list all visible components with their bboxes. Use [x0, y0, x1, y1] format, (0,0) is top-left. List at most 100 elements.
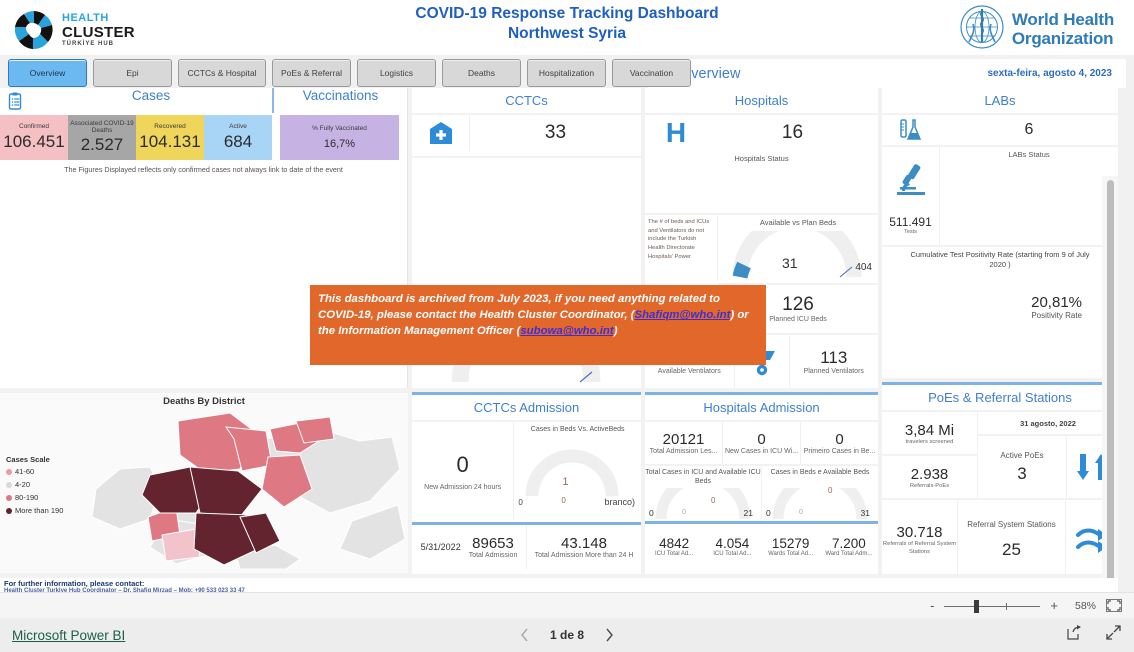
total-admission-less-label: Total Admission Les... — [649, 448, 718, 455]
total-admission-less-value: 20121 — [662, 431, 705, 448]
zoom-slider-track — [944, 605, 1041, 607]
cctcs-new-admission-kpi[interactable]: 0 New Admission 24 hours — [412, 422, 515, 520]
lab-flask-icon — [882, 115, 940, 145]
icu-beds-gauge-title: Total Cases in ICU and Available ICU Bed… — [645, 469, 761, 486]
active-poes-kpi[interactable]: Active PoEs 3 — [978, 436, 1066, 498]
cctcs-count-row: 33 — [412, 113, 641, 151]
tab-vaccination-label: Vaccination — [629, 68, 674, 78]
labs-positivity-block[interactable]: Cumulative Test Positivity Rate (startin… — [882, 245, 1118, 320]
page-indicator: 1 de 8 — [549, 628, 585, 642]
ward-total-adm-value: 7.200 — [831, 535, 866, 551]
tab-hospitalization[interactable]: Hospitalization — [527, 59, 606, 87]
available-ventilators-label: Available Ventilators — [657, 368, 721, 375]
kpi-confirmed[interactable]: Confirmed 106.451 — [0, 115, 68, 160]
wards-total-ad-kpi[interactable]: 15279 Wards Total Ad... — [762, 524, 820, 568]
new-cases-icu-label: New Cases in ICU Wi... — [724, 448, 799, 455]
hospitals-admission-gauges: Total Cases in ICU and Available ICU Bed… — [645, 464, 878, 521]
zoom-slider-thumb[interactable] — [974, 599, 980, 613]
icu-total-ad-2-label: ICU Total Ad... — [713, 550, 752, 557]
beds-available-gauge-max: 31 — [860, 508, 870, 518]
legend-swatch-icon — [6, 468, 12, 475]
cctcs-new-admission-value: 0 — [456, 451, 469, 477]
planned-icu-beds-value: 126 — [782, 293, 814, 315]
share-icon[interactable] — [1066, 624, 1083, 646]
imo-email-link[interactable]: subowa@who.int — [520, 325, 613, 337]
hospitals-beds-gauge[interactable]: Available vs Plan Beds 31 404 — [718, 215, 878, 281]
overview-bar: Overview sexta-feira, agosto 4, 2023 — [648, 59, 1126, 88]
cctcs-beds-gauge[interactable]: Cases in Beds Vs. ActiveBeds 1 0 0 branc… — [514, 422, 641, 520]
labs-status-chart[interactable]: LABs Status — [940, 147, 1118, 245]
tab-deaths[interactable]: Deaths — [442, 59, 521, 87]
cctcs-beds-gauge-value: 1 — [562, 476, 569, 488]
referrals-poes-kpi[interactable]: 2.938 Referrals-PoEs — [882, 454, 978, 498]
new-cases-icu-kpi[interactable]: 0 New Cases in ICU Wi... — [723, 422, 801, 464]
total-admission-less-kpi[interactable]: 20121 Total Admission Les... — [645, 422, 723, 464]
microscope-icon — [889, 158, 933, 207]
labs-header: LABs — [882, 88, 1118, 113]
zoom-slider[interactable] — [944, 599, 1041, 613]
planned-icu-beds-label: Planned ICU Beds — [769, 315, 827, 323]
cctcs-total-admission-24h-kpi[interactable]: 43.148 Total Admission More than 24 H — [527, 525, 641, 569]
poes-mid: 31 agosto, 2022 Active PoEs 3 — [978, 412, 1118, 498]
kpi-fully-vaccinated[interactable]: % Fully Vaccinated 16,7% — [280, 115, 399, 160]
beds-available-gauge-mid: 0 — [799, 509, 803, 516]
chevron-right-icon[interactable] — [604, 628, 614, 642]
tab-cctcs-hospital[interactable]: CCTCs & Hospital — [178, 59, 266, 87]
icu-total-ad-2-value: 4.054 — [715, 535, 750, 551]
ward-total-adm-kpi[interactable]: 7.200 Ward Total Adm... — [820, 524, 878, 568]
cctcs-beds-gauge-arc — [525, 449, 619, 497]
tab-epi-label: Epi — [126, 68, 139, 78]
chevron-left-icon[interactable] — [520, 628, 530, 642]
who-logo: World Health Organization — [959, 4, 1114, 55]
labs-tests-kpi[interactable]: 511.491 Tests — [882, 147, 940, 245]
icu-beds-gauge-value: 0 — [711, 496, 716, 505]
health-cluster-logo: HEALTH CLUSTER TÜRKİYE HUB — [12, 8, 135, 52]
cctcs-beds-gauge-mid: 0 — [561, 496, 566, 505]
primeiro-cases-beds-value: 0 — [835, 431, 844, 448]
legend-label-2: 80-190 — [15, 493, 39, 502]
coordinator-email-link[interactable]: Shafiqm@who.int — [634, 309, 730, 321]
icu-beds-gauge[interactable]: Total Cases in ICU and Available ICU Bed… — [645, 466, 762, 521]
cases-note: The Figures Displayed reflects only conf… — [64, 165, 343, 174]
zoom-in-button[interactable]: + — [1050, 598, 1058, 613]
tab-hospitalization-label: Hospitalization — [538, 68, 595, 78]
icu-total-ad-2-kpi[interactable]: 4.054 ICU Total Ad... — [703, 524, 761, 568]
planned-ventilators-kpi[interactable]: 113 Planned Ventilators — [790, 335, 879, 388]
tab-overview[interactable]: Overview — [8, 59, 87, 87]
cctcs-admission-header: CCTCs Admission — [412, 395, 641, 420]
tab-poes-referral[interactable]: PoEs & Referral — [272, 59, 351, 87]
zoom-percent: 58% — [1074, 599, 1096, 612]
who-line-1: World Health — [1011, 10, 1114, 30]
beds-available-gauge[interactable]: Cases in Beds e Available Beds 0 0 0 31 — [762, 466, 878, 521]
zoom-out-button[interactable]: - — [930, 598, 934, 613]
tab-epi[interactable]: Epi — [93, 59, 172, 87]
kpi-active[interactable]: Active 684 — [204, 115, 272, 160]
referrals-stations-kpi[interactable]: 30.718 Referrals of Referral System Stat… — [882, 500, 958, 580]
icu-total-ad-1-kpi[interactable]: 4842 ICU Total Ad... — [645, 524, 703, 568]
kpi-associated-deaths[interactable]: Associated COVID-19 Deaths 2.527 — [68, 115, 136, 160]
tab-vaccination[interactable]: Vaccination — [612, 59, 691, 87]
referrals-stations-label: Referrals of Referral System Stations — [882, 540, 957, 555]
kpi-fully-vaccinated-label: % Fully Vaccinated — [312, 124, 367, 132]
cctcs-total-admission-kpi[interactable]: 5/31/2022 89653 Total Admission — [412, 525, 527, 569]
poes-lower: 30.718 Referrals of Referral System Stat… — [882, 498, 1118, 580]
cctcs-total-admission-24h-label: Total Admission More than 24 H — [534, 552, 634, 559]
deaths-by-district-map[interactable]: Deaths By District Cases Scale 41-60 4-2… — [0, 393, 408, 573]
kpi-gap — [272, 115, 280, 160]
icu-beds-gauge-min: 0 — [649, 508, 654, 518]
labs-tests-row: 511.491 Tests LABs Status — [882, 145, 1118, 245]
hospitals-admission-kpis: 20121 Total Admission Les... 0 New Cases… — [645, 420, 878, 464]
travelers-screened-kpi[interactable]: 3,84 Mi travelers screened — [882, 412, 978, 454]
fit-to-page-icon[interactable] — [1106, 599, 1122, 612]
kpi-recovered[interactable]: Recovered 104.131 — [136, 115, 204, 160]
fullscreen-icon[interactable] — [1105, 624, 1122, 646]
hospitals-header: Hospitals — [645, 88, 878, 113]
cctcs-admission-totals: 5/31/2022 89653 Total Admission 43.148 T… — [412, 525, 641, 569]
legend-label-1: 4-20 — [15, 480, 31, 489]
beds-available-gauge-title: Cases in Beds e Available Beds — [770, 469, 870, 476]
referral-system-stations-kpi[interactable]: Referral System Stations 25 — [958, 500, 1066, 580]
primeiro-cases-beds-kpi[interactable]: 0 Primeiro Cases in Be... — [801, 422, 878, 464]
tab-logistics[interactable]: Logistics — [357, 59, 436, 87]
travelers-screened-label: travelers screened — [905, 438, 954, 445]
poes-left-kpis: 3,84 Mi travelers screened 2.938 Referra… — [882, 412, 978, 498]
